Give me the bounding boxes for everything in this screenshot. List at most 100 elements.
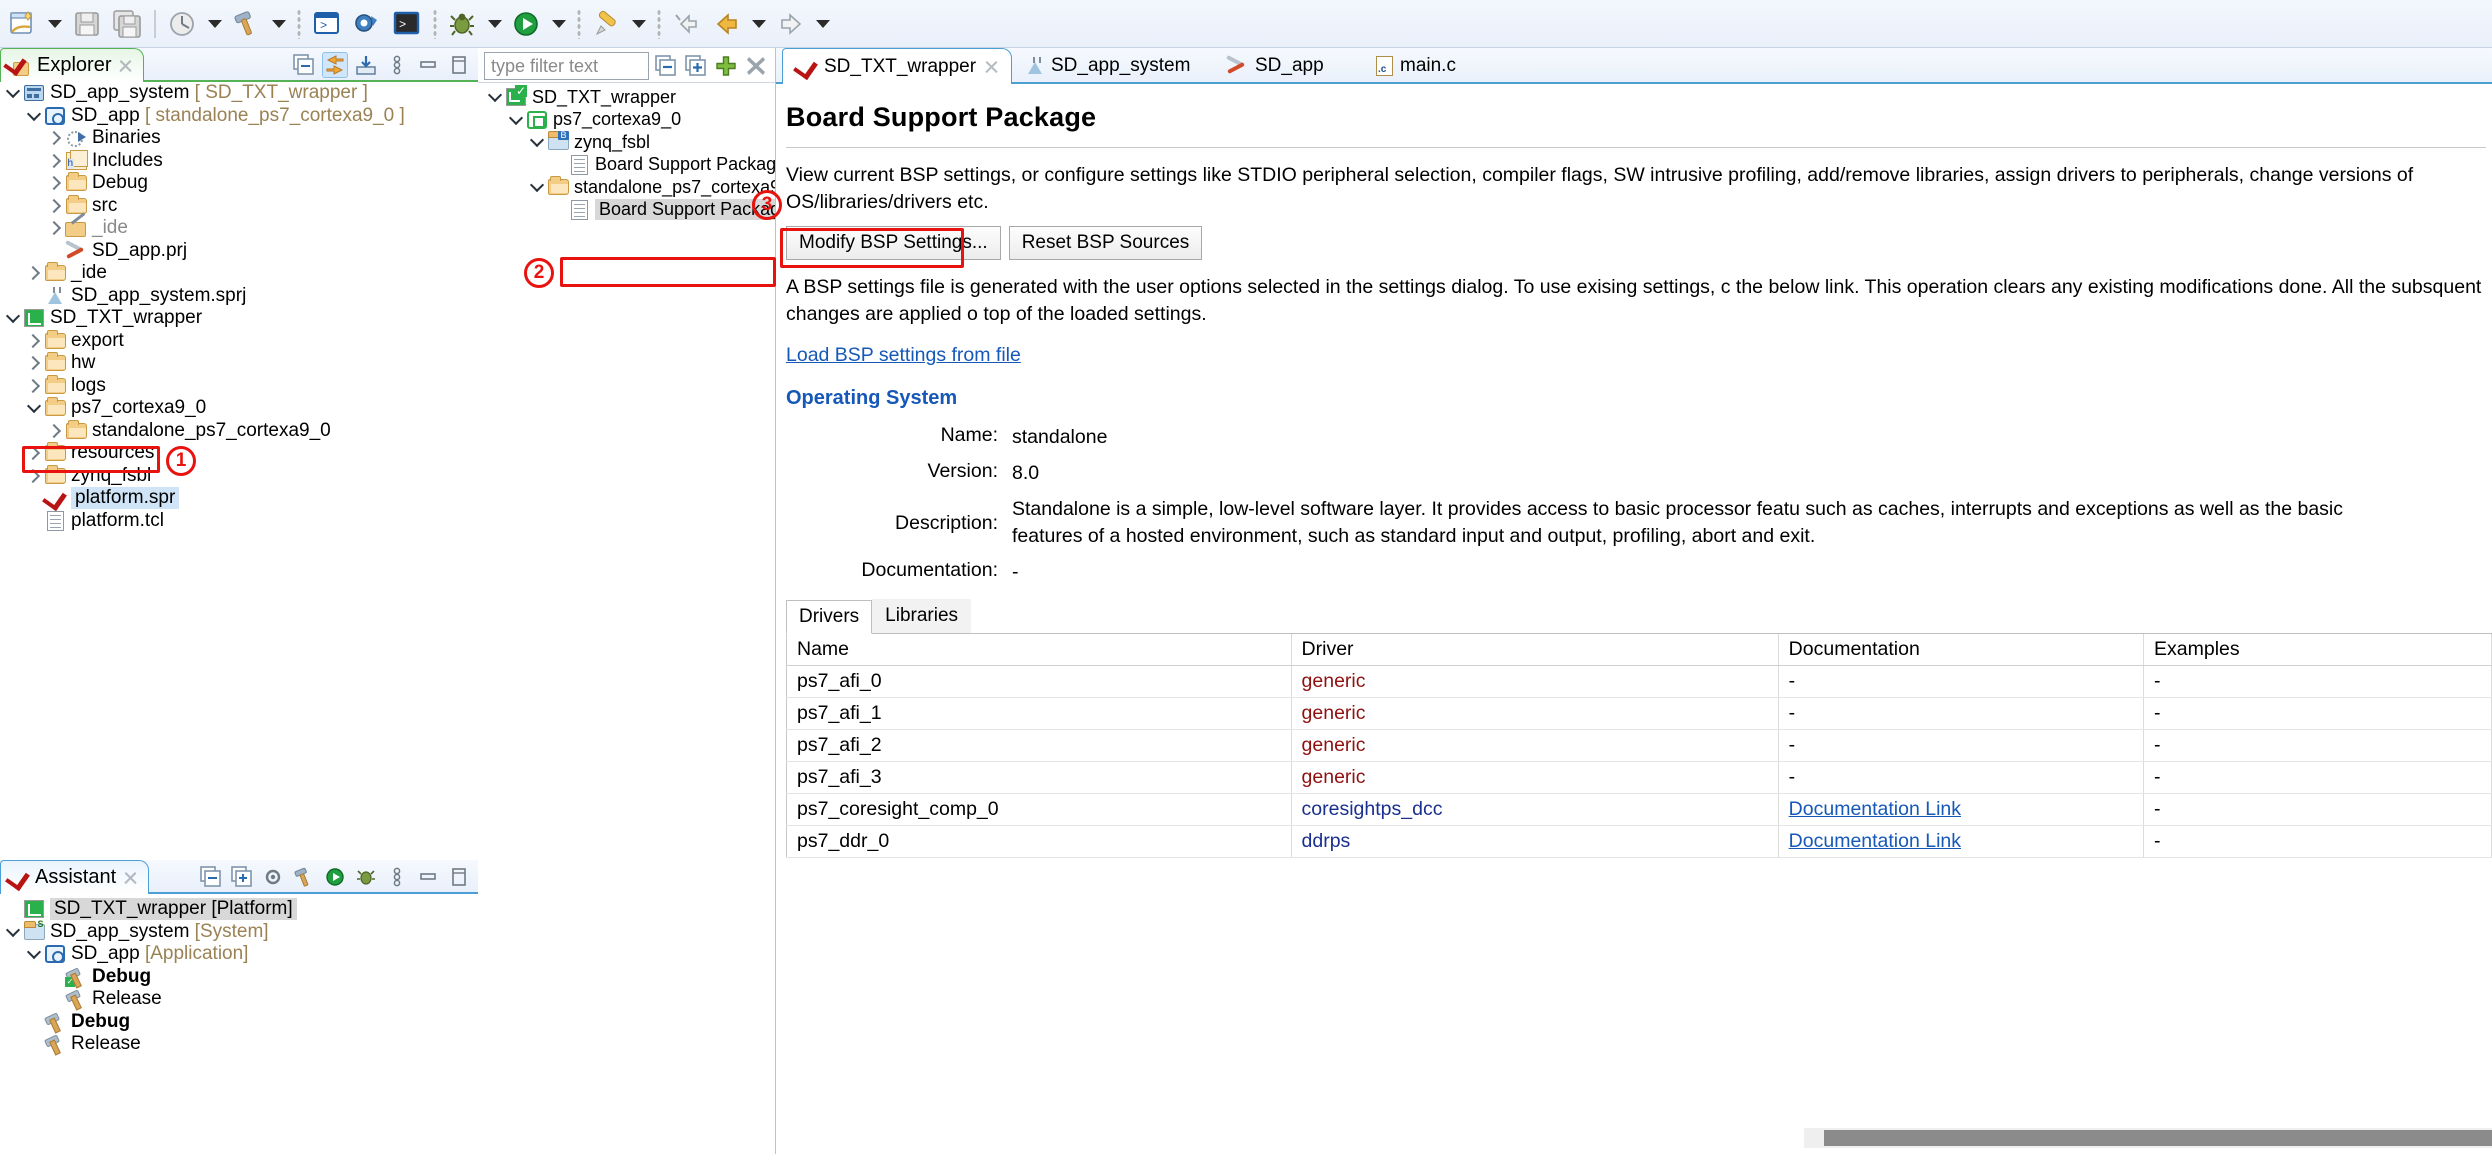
forward-icon[interactable] bbox=[772, 5, 810, 43]
minimize-icon[interactable] bbox=[415, 864, 441, 890]
tree-item[interactable]: ps7_cortexa9_0 bbox=[478, 109, 775, 132]
tree-item[interactable]: SD_TXT_wrapper [Platform] bbox=[0, 898, 478, 921]
view-menu-icon[interactable] bbox=[384, 864, 410, 890]
focus-on-active-task-icon[interactable] bbox=[353, 52, 379, 78]
tree-item[interactable]: Board Support Package bbox=[478, 154, 775, 177]
chevron-right-icon[interactable] bbox=[25, 330, 43, 352]
tree-item[interactable]: Board Support Package bbox=[478, 199, 775, 222]
remove-icon[interactable] bbox=[743, 53, 769, 79]
run-dropdown-arrow[interactable] bbox=[548, 5, 570, 43]
back-icon[interactable] bbox=[708, 5, 746, 43]
tree-item[interactable]: Release bbox=[0, 988, 478, 1011]
tree-item[interactable]: hw bbox=[0, 352, 478, 375]
run-icon[interactable] bbox=[322, 864, 348, 890]
tree-item[interactable]: export bbox=[0, 329, 478, 353]
close-icon[interactable] bbox=[117, 58, 133, 74]
new-file-icon[interactable] bbox=[4, 5, 42, 43]
cell-driver[interactable]: generic bbox=[1291, 697, 1779, 730]
chevron-down-icon[interactable] bbox=[4, 82, 22, 104]
close-icon[interactable] bbox=[122, 870, 138, 886]
tree-item[interactable]: ps7_cortexa9_0 bbox=[0, 397, 478, 420]
table-row[interactable]: ps7_afi_3 generic - - bbox=[786, 761, 2492, 794]
editor-tab-main-c[interactable]: main.c bbox=[1364, 48, 1468, 84]
maximize-icon[interactable] bbox=[446, 52, 472, 78]
cell-driver[interactable]: generic bbox=[1291, 729, 1779, 762]
chevron-right-icon[interactable] bbox=[46, 172, 64, 194]
bsp-tree[interactable]: SD_TXT_wrapperps7_cortexa9_0zynq_fsblBoa… bbox=[478, 82, 775, 221]
cell-driver[interactable]: ddrps bbox=[1291, 825, 1779, 858]
editor-tab-sd-txt-wrapper[interactable]: SD_TXT_wrapper bbox=[782, 48, 1013, 84]
scrollbar-thumb[interactable] bbox=[1824, 1130, 2492, 1146]
chevron-right-icon[interactable] bbox=[46, 420, 64, 442]
build-clock-dropdown-arrow[interactable] bbox=[204, 5, 226, 43]
chevron-down-icon[interactable] bbox=[507, 109, 525, 131]
tree-item[interactable]: SD_app_system.sprj bbox=[0, 285, 478, 308]
horizontal-scrollbar[interactable] bbox=[1804, 1128, 2492, 1148]
chevron-right-icon[interactable] bbox=[46, 195, 64, 217]
collapse-all-icon[interactable] bbox=[198, 864, 224, 890]
table-row[interactable]: ps7_coresight_comp_0 coresightps_dcc Docum… bbox=[786, 793, 2492, 826]
tree-item[interactable]: logs bbox=[0, 374, 478, 398]
load-bsp-settings-link[interactable]: Load BSP settings from file bbox=[786, 344, 1021, 366]
build-clock-icon[interactable] bbox=[164, 5, 202, 43]
tree-item[interactable]: SD_app [Application] bbox=[0, 943, 478, 966]
table-row[interactable]: ps7_afi_0 generic - - bbox=[786, 665, 2492, 698]
chevron-down-icon[interactable] bbox=[4, 307, 22, 329]
maximize-icon[interactable] bbox=[446, 864, 472, 890]
assistant-tree[interactable]: SD_TXT_wrapper [Platform]SD_app_system [… bbox=[0, 894, 478, 1056]
view-menu-icon[interactable] bbox=[384, 52, 410, 78]
tree-item[interactable]: Debug bbox=[0, 172, 478, 195]
tree-item[interactable]: SD_app_system [ SD_TXT_wrapper ] bbox=[0, 82, 478, 105]
forward-dropdown-arrow[interactable] bbox=[812, 5, 834, 43]
collapse-all-icon[interactable] bbox=[291, 52, 317, 78]
chevron-right-icon[interactable] bbox=[25, 465, 43, 487]
expand-all-icon[interactable] bbox=[683, 53, 709, 79]
cell-documentation[interactable]: Documentation Link bbox=[1778, 793, 2145, 826]
debug-bug-icon[interactable] bbox=[444, 5, 482, 43]
tree-item[interactable]: SD_app_system [System] bbox=[0, 920, 478, 944]
editor-tab-sd-app-system[interactable]: SD_app_system bbox=[1014, 48, 1202, 84]
link-with-editor-icon[interactable] bbox=[322, 52, 348, 78]
save-icon[interactable] bbox=[68, 5, 106, 43]
back-dropdown-arrow[interactable] bbox=[748, 5, 770, 43]
tree-item[interactable]: SD_TXT_wrapper bbox=[0, 307, 478, 330]
tree-item[interactable]: src bbox=[0, 194, 478, 218]
chevron-right-icon[interactable] bbox=[25, 442, 43, 464]
add-icon[interactable] bbox=[713, 53, 739, 79]
documentation-link[interactable]: Documentation Link bbox=[1789, 798, 1961, 820]
cell-driver[interactable]: generic bbox=[1291, 665, 1779, 698]
console-icon[interactable]: > bbox=[308, 5, 346, 43]
column-header-documentation[interactable]: Documentation bbox=[1778, 634, 2145, 666]
tree-item[interactable]: standalone_ps7_cortexa9_0 bbox=[478, 176, 775, 199]
chevron-down-icon[interactable] bbox=[25, 397, 43, 419]
tab-drivers[interactable]: Drivers bbox=[786, 600, 873, 634]
marker-icon[interactable] bbox=[588, 5, 626, 43]
tree-item[interactable]: standalone_ps7_cortexa9_0 bbox=[0, 419, 478, 443]
cell-driver[interactable]: generic bbox=[1291, 761, 1779, 794]
debug-bug-icon[interactable] bbox=[353, 864, 379, 890]
tree-item[interactable]: SD_app [ standalone_ps7_cortexa9_0 ] bbox=[0, 105, 478, 128]
tree-item[interactable]: resources bbox=[0, 442, 478, 465]
chevron-down-icon[interactable] bbox=[528, 176, 546, 198]
tree-item[interactable]: platform.spr bbox=[0, 487, 478, 510]
gear-icon[interactable] bbox=[260, 864, 286, 890]
tree-item[interactable]: Debug bbox=[0, 1011, 478, 1034]
tree-item[interactable]: Includes bbox=[0, 149, 478, 173]
tree-item[interactable]: ✓ Debug bbox=[0, 966, 478, 989]
table-row[interactable]: ps7_afi_1 generic - - bbox=[786, 697, 2492, 730]
chevron-right-icon[interactable] bbox=[25, 262, 43, 284]
modify-bsp-settings-button[interactable]: Modify BSP Settings... bbox=[786, 226, 1001, 260]
chevron-down-icon[interactable] bbox=[528, 131, 546, 153]
new-file-dropdown-arrow[interactable] bbox=[44, 5, 66, 43]
chevron-right-icon[interactable] bbox=[25, 375, 43, 397]
program-device-icon[interactable] bbox=[348, 5, 386, 43]
chevron-down-icon[interactable] bbox=[25, 943, 43, 965]
chevron-down-icon[interactable] bbox=[25, 105, 43, 127]
tree-item[interactable]: _ide bbox=[0, 262, 478, 285]
tab-explorer[interactable]: Explorer bbox=[0, 48, 145, 82]
column-header-driver[interactable]: Driver bbox=[1291, 634, 1779, 666]
marker-dropdown-arrow[interactable] bbox=[628, 5, 650, 43]
tree-item[interactable]: SD_TXT_wrapper bbox=[478, 85, 775, 109]
expand-all-icon[interactable] bbox=[229, 864, 255, 890]
tree-item[interactable]: zynq_fsbl bbox=[0, 464, 478, 488]
